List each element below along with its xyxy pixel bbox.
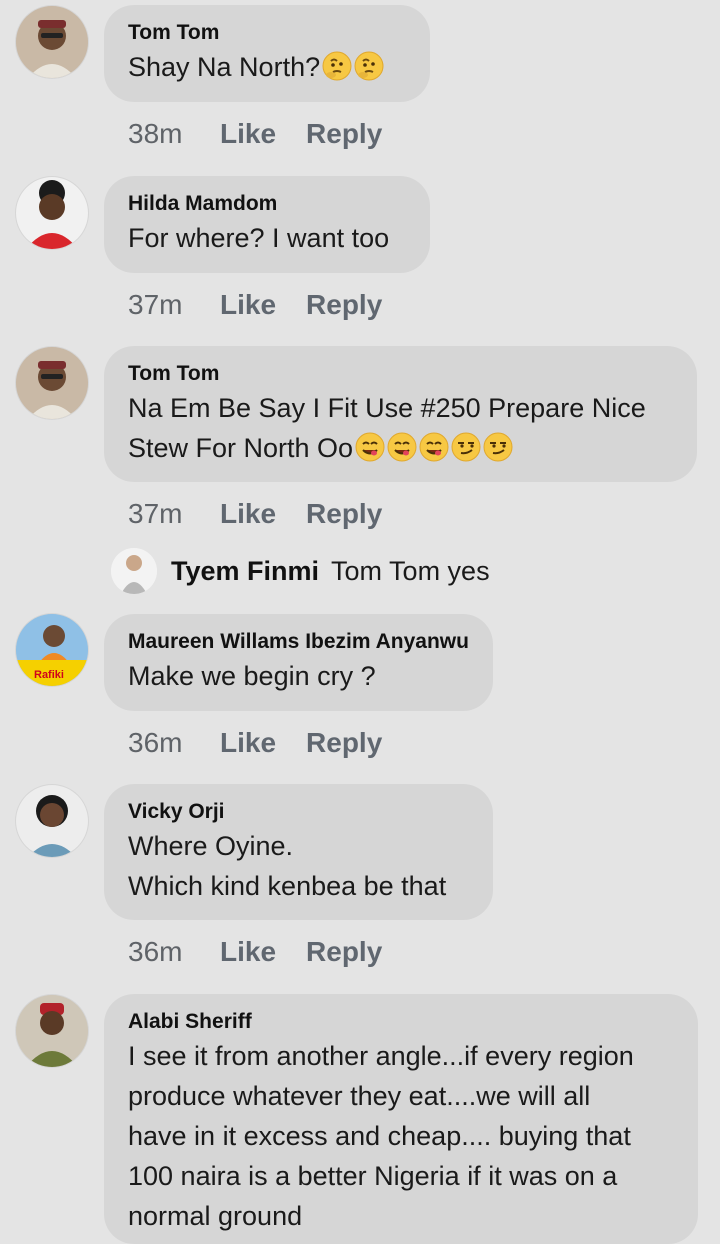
comment-author[interactable]: Alabi Sheriff — [128, 1008, 674, 1036]
reply-button[interactable]: Reply — [306, 498, 382, 529]
avatar[interactable] — [16, 785, 88, 857]
comment-line: I see it from another angle...if every r… — [128, 1041, 634, 1071]
comment-bubble[interactable]: Alabi Sheriff I see it from another angl… — [104, 994, 698, 1244]
reply-button[interactable]: Reply — [306, 936, 382, 967]
reply-button[interactable]: Reply — [306, 118, 382, 149]
comment-line: normal ground — [128, 1201, 303, 1231]
comment-line: Where Oyine. — [128, 831, 294, 861]
comment-line: Na Em Be Say I Fit Use #250 Prepare Nice — [128, 393, 646, 423]
comment-bubble[interactable]: Hilda Mamdom For where? I want too — [104, 176, 430, 273]
comment-text: Shay Na North? — [128, 47, 406, 87]
comment-author[interactable]: Tom Tom — [128, 19, 406, 47]
avatar-logo-text: Rafiki — [34, 669, 64, 681]
reply-button[interactable]: Reply — [306, 289, 382, 320]
comment-time: 37m — [128, 289, 183, 320]
avatar[interactable] — [16, 347, 88, 419]
face-savoring-food-icon — [387, 432, 417, 462]
comment-line: have in it excess and cheap.... buying t… — [128, 1121, 631, 1151]
avatar-image: Rafiki — [16, 614, 88, 686]
avatar[interactable] — [16, 177, 88, 249]
like-button[interactable]: Like — [220, 289, 276, 320]
reply-button[interactable]: Reply — [306, 727, 382, 758]
comment-time: 38m — [128, 118, 183, 149]
thinking-face-icon — [322, 51, 352, 81]
avatar-image — [16, 995, 88, 1067]
avatar-image — [16, 6, 88, 78]
avatar-image — [111, 548, 157, 594]
comment-line: 100 naira is a better Nigeria if it was … — [128, 1161, 618, 1191]
avatar[interactable] — [16, 6, 88, 78]
avatar[interactable] — [111, 548, 157, 594]
comment-time: 37m — [128, 498, 183, 529]
avatar[interactable] — [16, 995, 88, 1067]
face-savoring-food-icon — [419, 432, 449, 462]
comment-author[interactable]: Hilda Mamdom — [128, 190, 406, 218]
comment-line: Stew For North Oo — [128, 433, 354, 463]
comment-bubble[interactable]: Maureen Willams Ibezim Anyanwu Make we b… — [104, 614, 493, 711]
avatar-image — [16, 785, 88, 857]
comment-text: Stew For North Oo — [128, 428, 673, 468]
comment-meta: 37m Like Reply — [128, 289, 412, 321]
comment-time: 36m — [128, 727, 183, 758]
comment-bubble[interactable]: Vicky Orji Where Oyine. Which kind kenbe… — [104, 784, 493, 920]
reply-author[interactable]: Tyem Finmi — [171, 556, 319, 587]
face-savoring-food-icon — [355, 432, 385, 462]
smirking-face-icon — [451, 432, 481, 462]
comment-line: Which kind kenbea be that — [128, 871, 447, 901]
comment-line: Shay Na North? — [128, 52, 321, 82]
thinking-face-icon — [354, 51, 384, 81]
comment-meta: 36m Like Reply — [128, 936, 412, 968]
like-button[interactable]: Like — [220, 936, 276, 967]
reply-preview[interactable]: Tyem Finmi Tom Tom yes — [111, 548, 490, 594]
comment-line: produce whatever they eat....we will all — [128, 1081, 591, 1111]
comment-author[interactable]: Vicky Orji — [128, 798, 469, 826]
smirking-face-icon — [483, 432, 513, 462]
comment-bubble[interactable]: Tom Tom Shay Na North? — [104, 5, 430, 102]
avatar[interactable]: Rafiki — [16, 614, 88, 686]
comment-line: For where? I want too — [128, 223, 390, 253]
like-button[interactable]: Like — [220, 498, 276, 529]
avatar-image — [16, 347, 88, 419]
comment-meta: 37m Like Reply — [128, 498, 412, 530]
comment-author[interactable]: Maureen Willams Ibezim Anyanwu — [128, 628, 469, 656]
avatar-image — [16, 177, 88, 249]
comment-line: Make we begin cry ? — [128, 661, 376, 691]
comment-author[interactable]: Tom Tom — [128, 360, 673, 388]
reply-text: Tom Tom yes — [331, 555, 490, 586]
like-button[interactable]: Like — [220, 118, 276, 149]
comment-meta: 38m Like Reply — [128, 118, 412, 150]
like-button[interactable]: Like — [220, 727, 276, 758]
comment-time: 36m — [128, 936, 183, 967]
comment-meta: 36m Like Reply — [128, 727, 412, 759]
comment-bubble[interactable]: Tom Tom Na Em Be Say I Fit Use #250 Prep… — [104, 346, 697, 482]
